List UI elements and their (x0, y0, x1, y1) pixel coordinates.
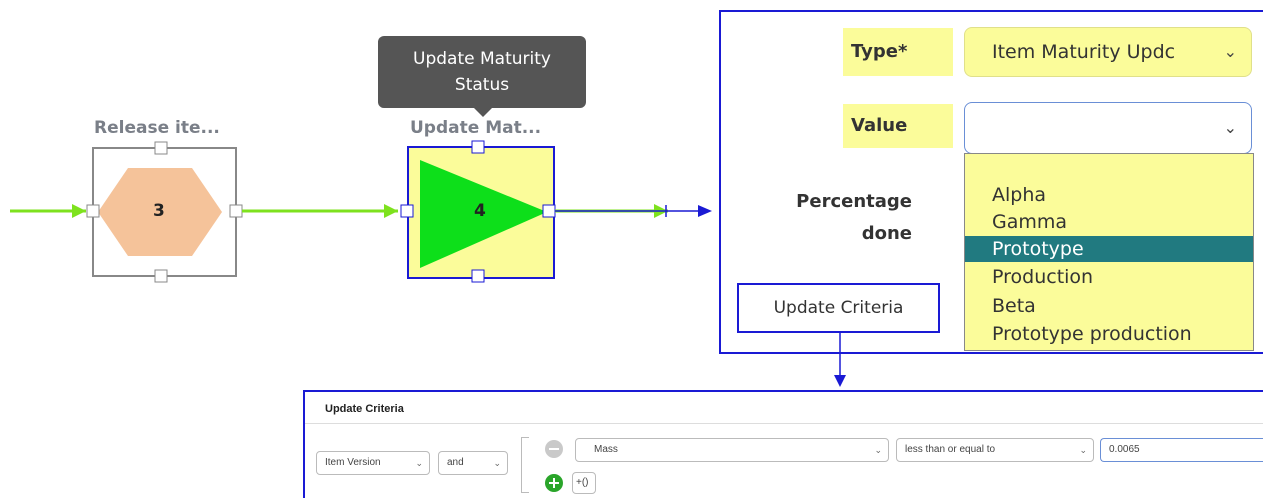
operator-select-value: less than or equal to (905, 444, 996, 455)
connector-3-4-arrow (384, 204, 398, 218)
add-condition-icon[interactable] (545, 474, 563, 492)
option-production[interactable]: Production (965, 264, 1253, 290)
chevron-down-icon: ⌄ (415, 458, 423, 468)
chevron-down-icon: ⌄ (1079, 445, 1087, 455)
criteria-header: Update Criteria (305, 392, 1263, 424)
node-3-title: Release ite... (94, 118, 220, 138)
remove-condition-icon[interactable] (545, 440, 563, 458)
logic-select[interactable]: and ⌄ (438, 451, 508, 475)
chevron-down-icon: ⌄ (1223, 42, 1237, 61)
percentage-label-line-1: Percentage (796, 191, 912, 212)
operator-select[interactable]: less than or equal to ⌄ (896, 438, 1094, 462)
option-prototype[interactable]: Prototype (965, 236, 1253, 262)
option-beta[interactable]: Beta (965, 293, 1253, 319)
option-alpha[interactable]: Alpha (965, 182, 1253, 208)
chevron-down-icon: ⌄ (493, 458, 501, 468)
criteria-value-input[interactable]: 0.0065 (1100, 438, 1263, 462)
tooltip-line-1: Update Maturity (413, 49, 551, 69)
value-label: Value (843, 104, 953, 148)
group-bracket (521, 437, 529, 493)
logic-select-value: and (447, 457, 464, 468)
value-dropdown-list: Alpha Gamma Prototype Production Beta Pr… (964, 153, 1254, 351)
percentage-label-line-2: done (861, 223, 912, 244)
option-gamma[interactable]: Gamma (965, 209, 1253, 235)
property-select[interactable]: Item Version ⌄ (316, 451, 430, 475)
update-criteria-button[interactable]: Update Criteria (737, 283, 940, 333)
node-4-handle-top (471, 140, 485, 154)
connector-in-arrow (72, 204, 86, 218)
percentage-done-label: Percentage done (760, 186, 912, 250)
pointer-arrow (698, 205, 712, 217)
node-tooltip: Update Maturity Status (378, 36, 586, 117)
option-prototype-production[interactable]: Prototype production (965, 321, 1253, 347)
add-group-button[interactable]: +() (572, 472, 596, 494)
node-3-handle-top (154, 141, 168, 155)
node-3-handle-bottom (154, 269, 168, 283)
type-select-value: Item Maturity Updc (992, 41, 1176, 63)
node-3-handle-left (86, 204, 100, 218)
criteria-pointer (834, 333, 846, 387)
node-4-handle-right (542, 204, 556, 218)
attribute-select[interactable]: Mass ⌄ (575, 438, 889, 462)
property-select-value: Item Version (325, 457, 381, 468)
attribute-select-value: Mass (594, 444, 618, 455)
type-label: Type* (843, 28, 953, 76)
type-select[interactable]: Item Maturity Updc ⌄ (964, 27, 1252, 77)
tooltip-line-2: Status (454, 75, 510, 95)
node-4-handle-left (400, 204, 414, 218)
criteria-title: Update Criteria (325, 403, 404, 415)
node-4-title: Update Mat... (410, 118, 542, 138)
node-4-number: 4 (474, 201, 486, 221)
value-select[interactable]: ⌄ (964, 102, 1252, 154)
node-4-handle-bottom (471, 269, 485, 283)
chevron-down-icon: ⌄ (1223, 118, 1237, 137)
node-3-number: 3 (153, 201, 165, 221)
node-3-handle-right (229, 204, 243, 218)
chevron-down-icon: ⌄ (874, 445, 882, 455)
